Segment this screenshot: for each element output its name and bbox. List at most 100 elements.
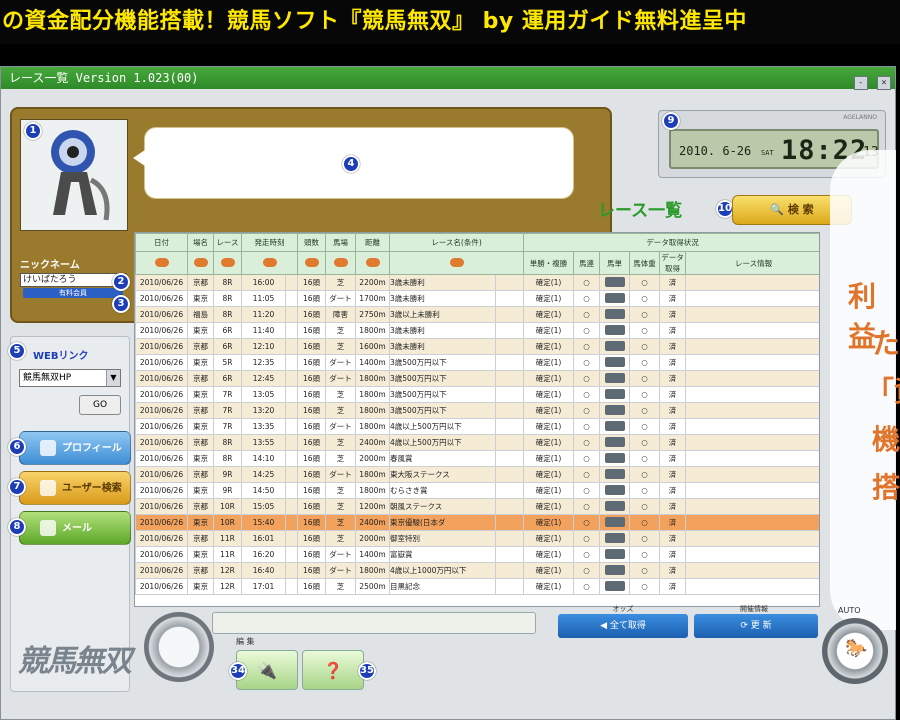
table-cell: 16頭 xyxy=(297,482,326,499)
table-row[interactable]: 2010/06/26 京都 9R 14:25 16頭 ダート 1800m 東大阪ステークス 確定… xyxy=(135,466,819,483)
get-data-icon[interactable] xyxy=(604,356,625,367)
table-cell: 2010/06/26 xyxy=(135,530,188,547)
sort-racename[interactable] xyxy=(388,251,525,275)
table-cell: 京都 xyxy=(187,370,214,387)
table-cell: 確定(1) xyxy=(523,546,575,563)
help-tab[interactable]: ❓ xyxy=(302,650,364,690)
mail-button[interactable]: メール xyxy=(19,511,131,545)
table-row[interactable]: 2010/06/26 東京 12R 17:01 16頭芝 2500m 目黒記念 確定(1) ○ ○… xyxy=(135,578,819,595)
profile-button[interactable]: プロフィール xyxy=(19,431,131,465)
table-row[interactable]: 2010/06/26 東京 9R 14:50 16頭芝 1800m むらさき賞 確定(1) ○ ○… xyxy=(135,482,819,499)
table-cell: 確定(1) xyxy=(523,434,575,451)
get-data-icon[interactable] xyxy=(604,372,625,383)
table-cell: 確定(1) xyxy=(523,450,575,467)
table-cell: 済 xyxy=(659,274,687,291)
table-cell: 2010/06/26 xyxy=(135,274,188,291)
marker-1: 1 xyxy=(24,122,42,140)
table-row[interactable]: 2010/06/26 東京 7R 13:05 16頭芝 1800m 3歳500万円以下 確定(… xyxy=(135,386,819,403)
sort-runners[interactable] xyxy=(297,251,326,275)
table-row[interactable]: 2010/06/26 東京 8R 11:05 16頭 ダート 1700m 3歳未勝利 確定(1)… xyxy=(135,290,819,307)
table-cell: 15:05 xyxy=(241,498,286,515)
update-btn-label: 更 新 xyxy=(750,621,772,631)
get-data-icon[interactable] xyxy=(604,516,625,527)
go-button[interactable]: GO xyxy=(79,395,121,415)
table-cell xyxy=(494,354,525,371)
table-cell: 6R xyxy=(213,338,242,355)
web-link-select[interactable]: 競馬無双HP ▼ xyxy=(19,369,121,387)
sort-distance[interactable] xyxy=(355,251,390,275)
dial-knob[interactable] xyxy=(144,612,214,682)
col-start-time[interactable]: 発走時刻 xyxy=(241,233,298,252)
table-cell: ○ xyxy=(573,466,601,483)
col-venue[interactable]: 場名 xyxy=(187,233,214,252)
table-cell xyxy=(285,434,298,451)
col-distance[interactable]: 距離 xyxy=(355,233,390,252)
table-cell: 8R xyxy=(213,290,242,307)
table-row[interactable]: 2010/06/26 福島 8R 11:20 16頭 障害 2750m 3歳以上未勝利 確定(1… xyxy=(135,306,819,323)
sort-track[interactable] xyxy=(325,251,356,275)
table-row[interactable]: 2010/06/26 東京 10R 15:40 16頭芝 2400m 東京優駿(日本ダ 確定(… xyxy=(135,514,819,531)
sort-race[interactable] xyxy=(213,251,242,275)
get-data-icon[interactable] xyxy=(604,468,625,479)
table-cell xyxy=(599,338,631,355)
table-row[interactable]: 2010/06/26 京都 12R 16:40 16頭 ダート 1800m 4歳以上1000万… xyxy=(135,562,819,579)
table-cell xyxy=(685,434,819,451)
col-runners[interactable]: 頭数 xyxy=(297,233,326,252)
col-date[interactable]: 日付 xyxy=(135,233,188,252)
sort-time[interactable] xyxy=(241,251,298,275)
table-cell xyxy=(285,338,298,355)
get-data-icon[interactable] xyxy=(604,292,625,303)
auto-dial[interactable]: 🐎 xyxy=(822,618,888,684)
table-cell: ○ xyxy=(629,402,661,419)
get-data-icon[interactable] xyxy=(604,276,625,287)
table-cell: ○ xyxy=(573,354,601,371)
table-row[interactable]: 2010/06/26 東京 6R 11:40 16頭芝 1800m 3歳未勝利 確定(1) ○ ○… xyxy=(135,322,819,339)
table-row[interactable]: 2010/06/26 京都 10R 15:05 16頭芝 1200m 朝風ステークス 確定(1… xyxy=(135,498,819,515)
get-data-icon[interactable] xyxy=(604,532,625,543)
update-button[interactable]: ⟳ 更 新 xyxy=(694,614,818,638)
col-track[interactable]: 馬場 xyxy=(325,233,356,252)
table-row[interactable]: 2010/06/26 京都 8R 13:55 16頭芝 2400m 4歳以上500万円以下 確… xyxy=(135,434,819,451)
close-button[interactable]: × xyxy=(877,76,891,90)
get-data-icon[interactable] xyxy=(604,484,625,495)
table-row[interactable]: 2010/06/26 京都 7R 13:20 16頭芝 1800m 3歳500万円以下 確定(… xyxy=(135,402,819,419)
get-data-icon[interactable] xyxy=(604,404,625,415)
table-cell: 10R xyxy=(213,514,242,531)
table-cell: ○ xyxy=(629,578,661,595)
table-row[interactable]: 2010/06/26 東京 7R 13:35 16頭 ダート 1800m 4歳以上500万円以… xyxy=(135,418,819,435)
get-data-icon[interactable] xyxy=(604,580,625,591)
get-all-odds-button[interactable]: ◀ 全て取得 xyxy=(558,614,688,638)
get-all-label: 全て取得 xyxy=(609,621,646,631)
table-row[interactable]: 2010/06/26 京都 6R 12:45 16頭 ダート 1800m 3歳500万円以下 確… xyxy=(135,370,819,387)
get-data-icon[interactable] xyxy=(604,500,625,511)
get-data-icon[interactable] xyxy=(604,452,625,463)
table-cell: 芝 xyxy=(325,322,356,339)
table-row[interactable]: 2010/06/26 東京 11R 16:20 16頭 ダート 1400m 富嶽賞 確定(1) ○… xyxy=(135,546,819,563)
table-row[interactable]: 2010/06/26 東京 5R 12:35 16頭 ダート 1400m 3歳500万円以下 確… xyxy=(135,354,819,371)
profile-button-label: プロフィール xyxy=(62,443,122,454)
minimize-button[interactable]: - xyxy=(853,76,868,90)
table-row[interactable]: 2010/06/26 京都 11R 16:01 16頭芝 2000m 御室特別 確定(1) ○ ○… xyxy=(135,530,819,547)
get-data-icon[interactable] xyxy=(604,308,625,319)
table-row[interactable]: 2010/06/26 京都 6R 12:10 16頭芝 1600m 3歳未勝利 確定(1) ○ ○… xyxy=(135,338,819,355)
sort-venue[interactable] xyxy=(187,251,214,275)
table-cell xyxy=(494,498,525,515)
table-row[interactable]: 2010/06/26 京都 8R 16:00 16頭芝 2200m 3歳未勝利 確定(1) ○ ○… xyxy=(135,274,819,291)
table-cell: ○ xyxy=(573,530,601,547)
get-data-icon[interactable] xyxy=(604,436,625,447)
odds-label: オッズ xyxy=(612,605,634,613)
table-cell: 5R xyxy=(213,354,242,371)
table-cell: 16頭 xyxy=(297,290,326,307)
get-data-icon[interactable] xyxy=(604,324,625,335)
col-race-name[interactable]: レース名(条件) xyxy=(388,233,525,252)
get-data-icon[interactable] xyxy=(604,420,625,431)
get-data-icon[interactable] xyxy=(604,548,625,559)
get-data-icon[interactable] xyxy=(604,564,625,575)
col-race[interactable]: レース xyxy=(213,233,242,252)
member-status-button[interactable]: 有料会員 xyxy=(23,288,123,298)
table-row[interactable]: 2010/06/26 東京 8R 14:10 16頭芝 2000m 春風賞 確定(1) ○ ○ 済 xyxy=(135,450,819,467)
user-search-button[interactable]: ユーザー検索 xyxy=(19,471,131,505)
get-data-icon[interactable] xyxy=(604,388,625,399)
get-data-icon[interactable] xyxy=(604,340,625,351)
sort-date[interactable] xyxy=(135,251,188,275)
